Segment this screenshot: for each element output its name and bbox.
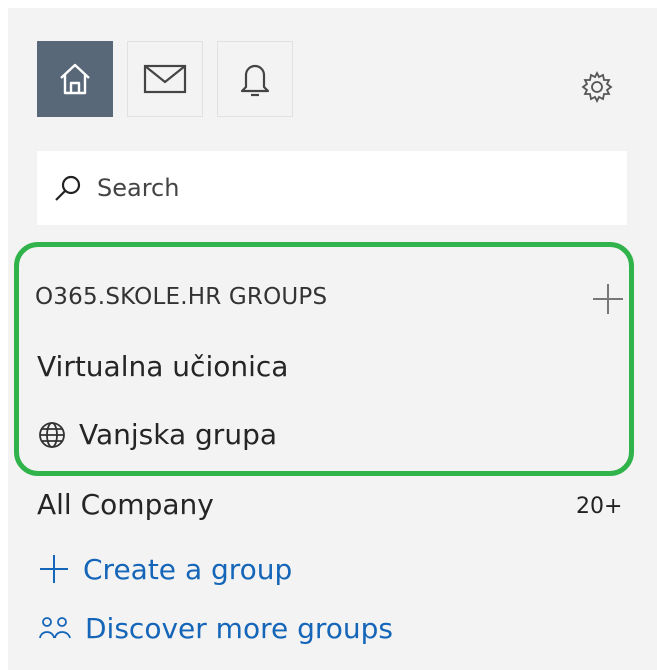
add-group-button[interactable] xyxy=(590,281,626,321)
people-icon xyxy=(37,614,73,644)
groups-section-title: O365.SKOLE.HR GROUPS xyxy=(35,284,328,310)
home-icon xyxy=(55,59,95,99)
notifications-button[interactable] xyxy=(217,41,293,117)
group-item[interactable]: Virtualna učionica xyxy=(37,350,288,383)
mail-button[interactable] xyxy=(127,41,203,117)
plus-icon xyxy=(590,284,626,321)
globe-icon xyxy=(37,420,67,450)
mail-icon xyxy=(142,62,188,96)
create-group-link[interactable]: Create a group xyxy=(37,552,292,586)
bell-icon xyxy=(237,59,273,99)
group-item[interactable]: Vanjska grupa xyxy=(37,418,277,451)
search-placeholder: Search xyxy=(97,174,180,202)
plus-icon xyxy=(37,552,71,586)
all-company-item[interactable]: All Company xyxy=(37,488,214,521)
gear-icon xyxy=(580,70,614,108)
search-icon xyxy=(53,173,83,203)
discover-groups-link[interactable]: Discover more groups xyxy=(37,612,393,645)
search-input[interactable]: Search xyxy=(37,151,627,225)
discover-groups-label: Discover more groups xyxy=(85,612,393,645)
count-badge: 20+ xyxy=(576,494,623,519)
create-group-label: Create a group xyxy=(83,552,293,586)
settings-button[interactable] xyxy=(580,70,614,108)
group-item-label: Vanjska grupa xyxy=(79,418,277,451)
home-button[interactable] xyxy=(37,41,113,117)
